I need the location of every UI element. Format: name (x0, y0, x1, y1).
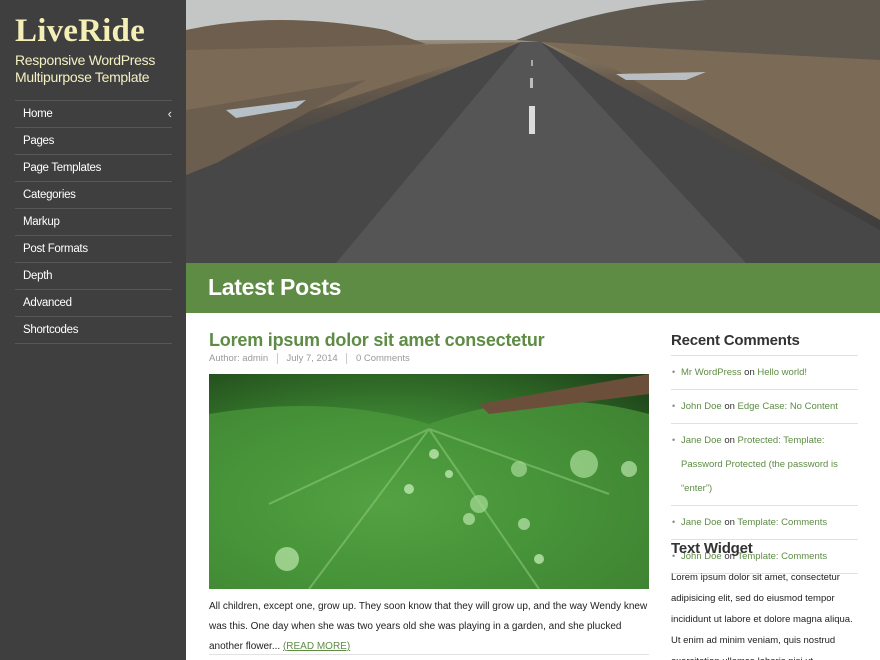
comments-link[interactable]: 0 Comments (356, 353, 410, 364)
hero-image (186, 0, 880, 263)
nav-item-post-formats[interactable]: Post Formats (15, 236, 172, 263)
nav-item-label: Markup (23, 216, 60, 228)
post-divider (209, 654, 649, 655)
nav-item-label: Home (23, 108, 53, 120)
nav-item-label: Post Formats (23, 243, 88, 255)
comment-author-link[interactable]: John Doe (681, 401, 722, 412)
comment-post-link[interactable]: Template: Comments (737, 517, 827, 528)
nav-item-depth[interactable]: Depth (15, 263, 172, 290)
banner-heading: Latest Posts (208, 274, 342, 300)
nav-item-label: Shortcodes (23, 324, 79, 336)
post-featured-image[interactable] (209, 374, 649, 589)
nav-item-markup[interactable]: Markup (15, 209, 172, 236)
on-word: on (724, 401, 735, 412)
nav-item-label: Advanced (23, 297, 72, 309)
comment-post-link[interactable]: Hello world! (757, 367, 807, 378)
meta-divider (346, 353, 348, 364)
recent-comments-title: Recent Comments (671, 332, 800, 349)
comment-author-link[interactable]: Jane Doe (681, 435, 722, 446)
nav-item-label: Page Templates (23, 162, 102, 174)
nav-item-label: Depth (23, 270, 53, 282)
read-more-link[interactable]: (READ MORE) (283, 641, 350, 652)
nav-item-label: Pages (23, 135, 55, 147)
on-word: on (744, 367, 755, 378)
recent-comment-item: John Doe on Edge Case: No Content (671, 390, 858, 424)
comment-author-link[interactable]: Mr WordPress (681, 367, 742, 378)
post-excerpt: All children, except one, grow up. They … (209, 597, 651, 657)
sidebar: LiveRide Responsive WordPress Multipurpo… (0, 0, 186, 660)
comment-author-link[interactable]: Jane Doe (681, 517, 722, 528)
nav-item-advanced[interactable]: Advanced (15, 290, 172, 317)
post-date-link[interactable]: July 7, 2014 (286, 353, 337, 364)
nav-item-home[interactable]: Home ‹ (15, 101, 172, 128)
nav-item-pages[interactable]: Pages (15, 128, 172, 155)
site-tagline: Responsive WordPress Multipurpose Templa… (15, 52, 156, 85)
road-scene-illustration (186, 0, 880, 263)
recent-comment-item: Jane Doe on Protected: Template: Passwor… (671, 424, 858, 506)
meta-divider (276, 353, 278, 364)
author-prefix: Author: (209, 353, 240, 365)
on-word: on (724, 435, 735, 446)
nav-item-categories[interactable]: Categories (15, 182, 172, 209)
author-link[interactable]: admin (242, 353, 268, 364)
text-widget-body: Lorem ipsum dolor sit amet, consectetur … (671, 572, 853, 660)
post-meta: Author: admin July 7, 2014 0 Comments (209, 353, 410, 364)
page-banner: Latest Posts (186, 263, 880, 313)
main-nav: Home ‹ Pages Page Templates Categories M… (15, 100, 172, 344)
nav-item-page-templates[interactable]: Page Templates (15, 155, 172, 182)
recent-comment-item: Mr WordPress on Hello world! (671, 356, 858, 390)
chevron-left-icon[interactable]: ‹ (168, 106, 172, 121)
on-word: on (724, 517, 735, 528)
nav-item-label: Categories (23, 189, 76, 201)
leaf-with-droplets-illustration (209, 374, 649, 589)
site-logo[interactable]: LiveRide (15, 13, 145, 49)
post-excerpt-text: All children, except one, grow up. They … (209, 601, 648, 652)
post-title[interactable]: Lorem ipsum dolor sit amet consectetur (209, 330, 545, 351)
text-widget-title: Text Widget (671, 540, 753, 557)
nav-item-shortcodes[interactable]: Shortcodes (15, 317, 172, 344)
comment-post-link[interactable]: Edge Case: No Content (738, 401, 838, 412)
recent-comment-item: Jane Doe on Template: Comments (671, 506, 858, 540)
